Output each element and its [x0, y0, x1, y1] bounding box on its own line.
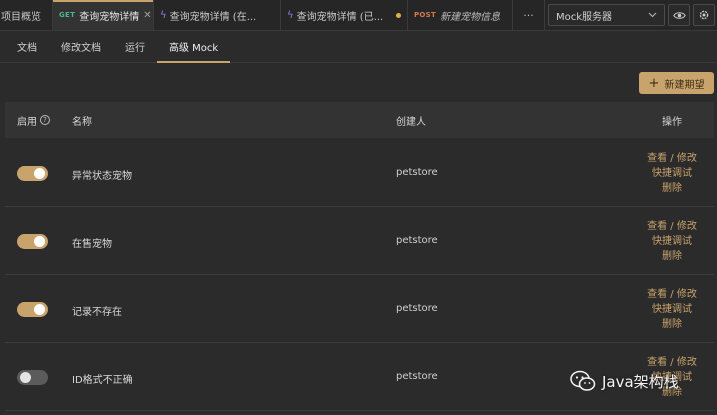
row-actions: 查看 / 修改 快捷调试 删除 [642, 219, 702, 264]
gear-icon [699, 10, 709, 20]
delete-link[interactable]: 删除 [642, 317, 702, 332]
subtab-advanced-mock[interactable]: 高级 Mock [157, 31, 231, 63]
row-actions: 查看 / 修改 快捷调试 删除 [642, 151, 702, 196]
table-row: 异常状态宠物 petstore 查看 / 修改 快捷调试 删除 [5, 139, 714, 207]
tab-4-label: 查询宠物详情 (已... [296, 11, 384, 23]
watermark-text: Java架构栈 [602, 372, 679, 391]
unsaved-dot-icon [396, 12, 401, 18]
enable-toggle[interactable] [17, 370, 48, 385]
toggle-knob [34, 304, 45, 315]
enable-toggle[interactable] [17, 302, 48, 317]
toggle-knob [20, 372, 31, 383]
lightning-icon: ϟ [160, 9, 167, 21]
header-enable-label: 启用 [17, 116, 37, 128]
plus-icon: + [648, 75, 660, 91]
post-method-badge: POST [414, 11, 437, 19]
lightning-icon: ϟ [287, 9, 294, 21]
tab-get-pet-detail[interactable]: GET 查询宠物详情 ✕ [53, 0, 154, 30]
help-icon[interactable]: ? [40, 115, 50, 125]
mock-server-select[interactable]: Mock服务器 [548, 4, 665, 26]
sub-tab-bar: 文档 修改文档 运行 高级 Mock [0, 31, 717, 63]
subtab-docs[interactable]: 文档 [0, 31, 49, 62]
expectation-name: 记录不存在 [72, 307, 122, 318]
tab-pet-detail-sold[interactable]: ϟ 查询宠物详情 (已... [281, 0, 408, 30]
mock-server-label: Mock服务器 [556, 11, 613, 23]
header-creator: 创建人 [396, 116, 426, 128]
tab-3-label: 查询宠物详情 (在... [169, 11, 257, 23]
more-tabs-button[interactable]: ··· [513, 0, 545, 30]
enable-toggle[interactable] [17, 166, 48, 181]
header-name: 名称 [72, 116, 92, 128]
subtab-edit-docs[interactable]: 修改文档 [49, 31, 113, 62]
wechat-icon [570, 370, 596, 391]
settings-button[interactable] [693, 4, 715, 26]
ellipsis-icon: ··· [523, 8, 534, 22]
table-header: 启用 ? 名称 创建人 操作 [5, 102, 714, 138]
table-row: 在售宠物 petstore 查看 / 修改 快捷调试 删除 [5, 207, 714, 275]
expectation-name: 在售宠物 [72, 239, 112, 250]
tab-pet-detail-on-sale[interactable]: ϟ 查询宠物详情 (在... [154, 0, 281, 30]
creator-cell: petstore [396, 371, 438, 382]
chevron-down-icon [648, 12, 657, 18]
view-edit-link[interactable]: 查看 / 修改 [642, 287, 702, 302]
expectation-name: 异常状态宠物 [72, 171, 132, 182]
delete-link[interactable]: 删除 [642, 249, 702, 264]
header-ops: 操作 [662, 116, 682, 128]
toggle-knob [34, 236, 45, 247]
new-expectation-label: 新建期望 [664, 79, 705, 91]
expectation-name: ID格式不正确 [72, 375, 133, 386]
tab-overview-label: 项目概览 [1, 11, 41, 23]
subtab-run[interactable]: 运行 [113, 31, 157, 62]
delete-link[interactable]: 删除 [642, 181, 702, 196]
watermark: Java架构栈 [570, 370, 679, 392]
quick-debug-link[interactable]: 快捷调试 [642, 302, 702, 317]
tab-project-overview[interactable]: 项目概览 [0, 0, 53, 30]
view-edit-link[interactable]: 查看 / 修改 [642, 151, 702, 166]
get-method-badge: GET [59, 11, 76, 19]
new-expectation-button[interactable]: + 新建期望 [639, 72, 714, 94]
view-edit-link[interactable]: 查看 / 修改 [642, 219, 702, 234]
view-edit-link[interactable]: 查看 / 修改 [642, 355, 702, 370]
header-enable: 启用 ? [17, 113, 50, 128]
creator-cell: petstore [396, 235, 438, 246]
creator-cell: petstore [396, 167, 438, 178]
enable-toggle[interactable] [17, 234, 48, 249]
tab-5-label: 新建宠物信息 [440, 11, 501, 23]
eye-icon [672, 11, 686, 19]
row-actions: 查看 / 修改 快捷调试 删除 [642, 287, 702, 332]
close-icon[interactable]: ✕ [143, 10, 151, 21]
table-row: 记录不存在 petstore 查看 / 修改 快捷调试 删除 [5, 275, 714, 343]
tab-new-pet[interactable]: POST 新建宠物信息 [408, 0, 513, 30]
tab-active-label: 查询宠物详情 [79, 11, 140, 23]
quick-debug-link[interactable]: 快捷调试 [642, 166, 702, 181]
preview-button[interactable] [668, 4, 690, 26]
tab-bar: 项目概览 GET 查询宠物详情 ✕ ϟ 查询宠物详情 (在... ϟ 查询宠物详… [0, 0, 717, 31]
quick-debug-link[interactable]: 快捷调试 [642, 234, 702, 249]
toggle-knob [34, 168, 45, 179]
creator-cell: petstore [396, 303, 438, 314]
